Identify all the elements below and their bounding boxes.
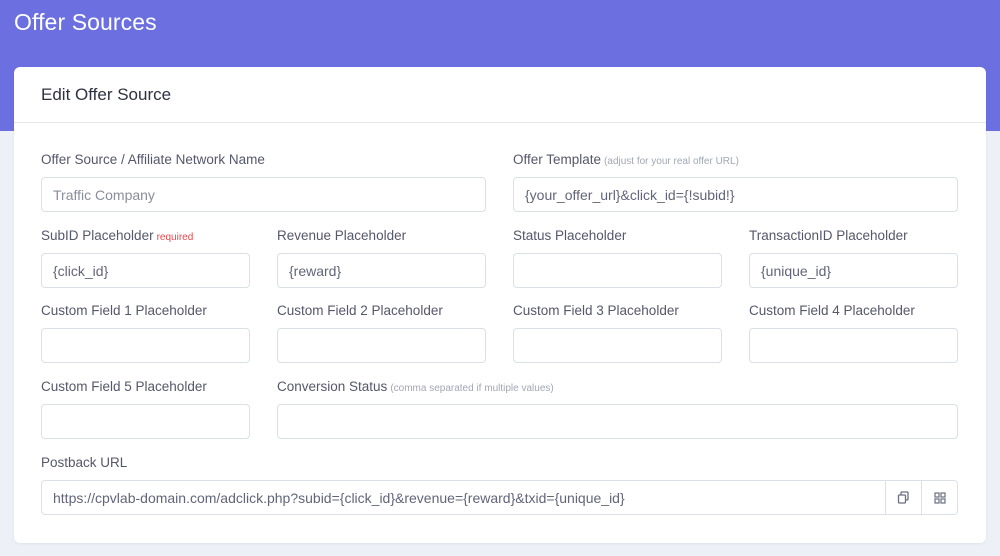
edit-offer-source-card: Edit Offer Source Offer Source / Affilia… bbox=[14, 67, 986, 543]
offer-template-input[interactable]: {your_offer_url}&click_id={!subid!} bbox=[513, 177, 958, 212]
postback-label-text: Postback URL bbox=[41, 455, 128, 470]
network-name-label: Offer Source / Affiliate Network Name bbox=[41, 152, 265, 167]
status-label: Status Placeholder bbox=[513, 228, 626, 243]
subid-label-text: SubID Placeholder bbox=[41, 228, 154, 243]
status-input[interactable] bbox=[513, 253, 722, 288]
custom5-label: Custom Field 5 Placeholder bbox=[41, 379, 207, 394]
custom1-label: Custom Field 1 Placeholder bbox=[41, 303, 207, 318]
offer-template-label: Offer Template (adjust for your real offe… bbox=[513, 152, 739, 167]
qr-code-button[interactable] bbox=[921, 481, 957, 514]
card-header: Edit Offer Source bbox=[14, 67, 986, 123]
conversion-status-label: Conversion Status (comma separated if mul… bbox=[277, 379, 554, 394]
postback-url-value: https://cpvlab-domain.com/adclick.php?su… bbox=[53, 489, 625, 506]
card-title: Edit Offer Source bbox=[41, 84, 172, 104]
custom5-label-text: Custom Field 5 Placeholder bbox=[41, 379, 207, 394]
conversion-status-input[interactable] bbox=[277, 404, 958, 439]
custom3-input[interactable] bbox=[513, 328, 722, 363]
offer-template-value: {your_offer_url}&click_id={!subid!} bbox=[525, 186, 735, 203]
custom2-label: Custom Field 2 Placeholder bbox=[277, 303, 443, 318]
custom1-input[interactable] bbox=[41, 328, 250, 363]
postback-url-group: https://cpvlab-domain.com/adclick.php?su… bbox=[41, 480, 958, 515]
transaction-label: TransactionID Placeholder bbox=[749, 228, 908, 243]
custom1-label-text: Custom Field 1 Placeholder bbox=[41, 303, 207, 318]
revenue-value: {reward} bbox=[289, 262, 342, 279]
subid-label: SubID Placeholder required bbox=[41, 228, 193, 243]
network-name-placeholder: Traffic Company bbox=[53, 186, 155, 203]
conversion-status-label-text: Conversion Status bbox=[277, 379, 388, 394]
revenue-label: Revenue Placeholder bbox=[277, 228, 406, 243]
revenue-input[interactable]: {reward} bbox=[277, 253, 486, 288]
postback-url-input[interactable]: https://cpvlab-domain.com/adclick.php?su… bbox=[42, 481, 885, 514]
custom5-input[interactable] bbox=[41, 404, 250, 439]
subid-value: {click_id} bbox=[53, 262, 109, 279]
network-name-label-text: Offer Source / Affiliate Network Name bbox=[41, 152, 265, 167]
custom3-label-text: Custom Field 3 Placeholder bbox=[513, 303, 679, 318]
revenue-label-text: Revenue Placeholder bbox=[277, 228, 407, 243]
copy-icon bbox=[897, 491, 909, 504]
transaction-label-text: TransactionID Placeholder bbox=[749, 228, 908, 243]
transaction-input[interactable]: {unique_id} bbox=[749, 253, 958, 288]
offer-template-hint: (adjust for your real offer URL) bbox=[604, 156, 739, 167]
copy-button[interactable] bbox=[885, 481, 921, 514]
custom2-label-text: Custom Field 2 Placeholder bbox=[277, 303, 443, 318]
postback-label: Postback URL bbox=[41, 455, 127, 470]
offer-template-label-text: Offer Template bbox=[513, 152, 602, 167]
qr-code-icon bbox=[933, 491, 946, 504]
custom2-input[interactable] bbox=[277, 328, 486, 363]
transaction-value: {unique_id} bbox=[761, 262, 832, 279]
conversion-status-hint: (comma separated if multiple values) bbox=[390, 383, 554, 394]
custom4-label-text: Custom Field 4 Placeholder bbox=[749, 303, 915, 318]
custom4-label: Custom Field 4 Placeholder bbox=[749, 303, 915, 318]
custom4-input[interactable] bbox=[749, 328, 958, 363]
subid-required-badge: required bbox=[156, 232, 194, 243]
network-name-input[interactable]: Traffic Company bbox=[41, 177, 486, 212]
custom3-label: Custom Field 3 Placeholder bbox=[513, 303, 679, 318]
page-title: Offer Sources bbox=[14, 9, 157, 35]
subid-input[interactable]: {click_id} bbox=[41, 253, 250, 288]
status-label-text: Status Placeholder bbox=[513, 228, 627, 243]
